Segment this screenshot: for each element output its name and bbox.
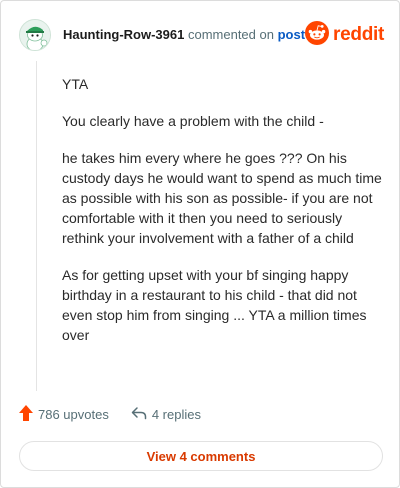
comment-header: Haunting-Row-3961 commented on post redd…	[19, 18, 385, 52]
reply-arrow-icon	[131, 406, 147, 423]
reply-count: 4 replies	[151, 407, 201, 422]
view-comments-button[interactable]: View 4 comments	[19, 441, 383, 471]
comment-paragraph: You clearly have a problem with the chil…	[62, 113, 324, 129]
upvote-count: 786 upvotes	[38, 407, 109, 422]
reddit-wordmark: reddit	[333, 24, 385, 45]
snoo-avatar-icon[interactable]	[19, 19, 51, 51]
comment-meta: Haunting-Row-3961 commented on post	[63, 26, 305, 44]
post-link[interactable]: post	[278, 27, 305, 42]
commented-on-label: commented on	[187, 27, 274, 42]
reddit-logo-icon	[305, 20, 330, 50]
username-link[interactable]: Haunting-Row-3961	[63, 27, 184, 42]
thread-line[interactable]	[36, 61, 37, 391]
comment-card: Haunting-Row-3961 commented on post redd…	[0, 0, 400, 488]
upvote-button[interactable]: 786 upvotes	[19, 405, 109, 424]
reddit-brand[interactable]: reddit	[305, 20, 385, 50]
comment-body: YTA You clearly have a problem with the …	[62, 74, 382, 362]
comment-paragraph: he takes him every where he goes ??? On …	[62, 150, 382, 246]
reply-button[interactable]: 4 replies	[131, 406, 201, 423]
comment-paragraph: As for getting upset with your bf singin…	[62, 267, 367, 343]
comment-paragraph: YTA	[62, 76, 89, 92]
comment-actions: 786 upvotes 4 replies	[19, 405, 201, 424]
upvote-arrow-icon	[19, 405, 33, 424]
